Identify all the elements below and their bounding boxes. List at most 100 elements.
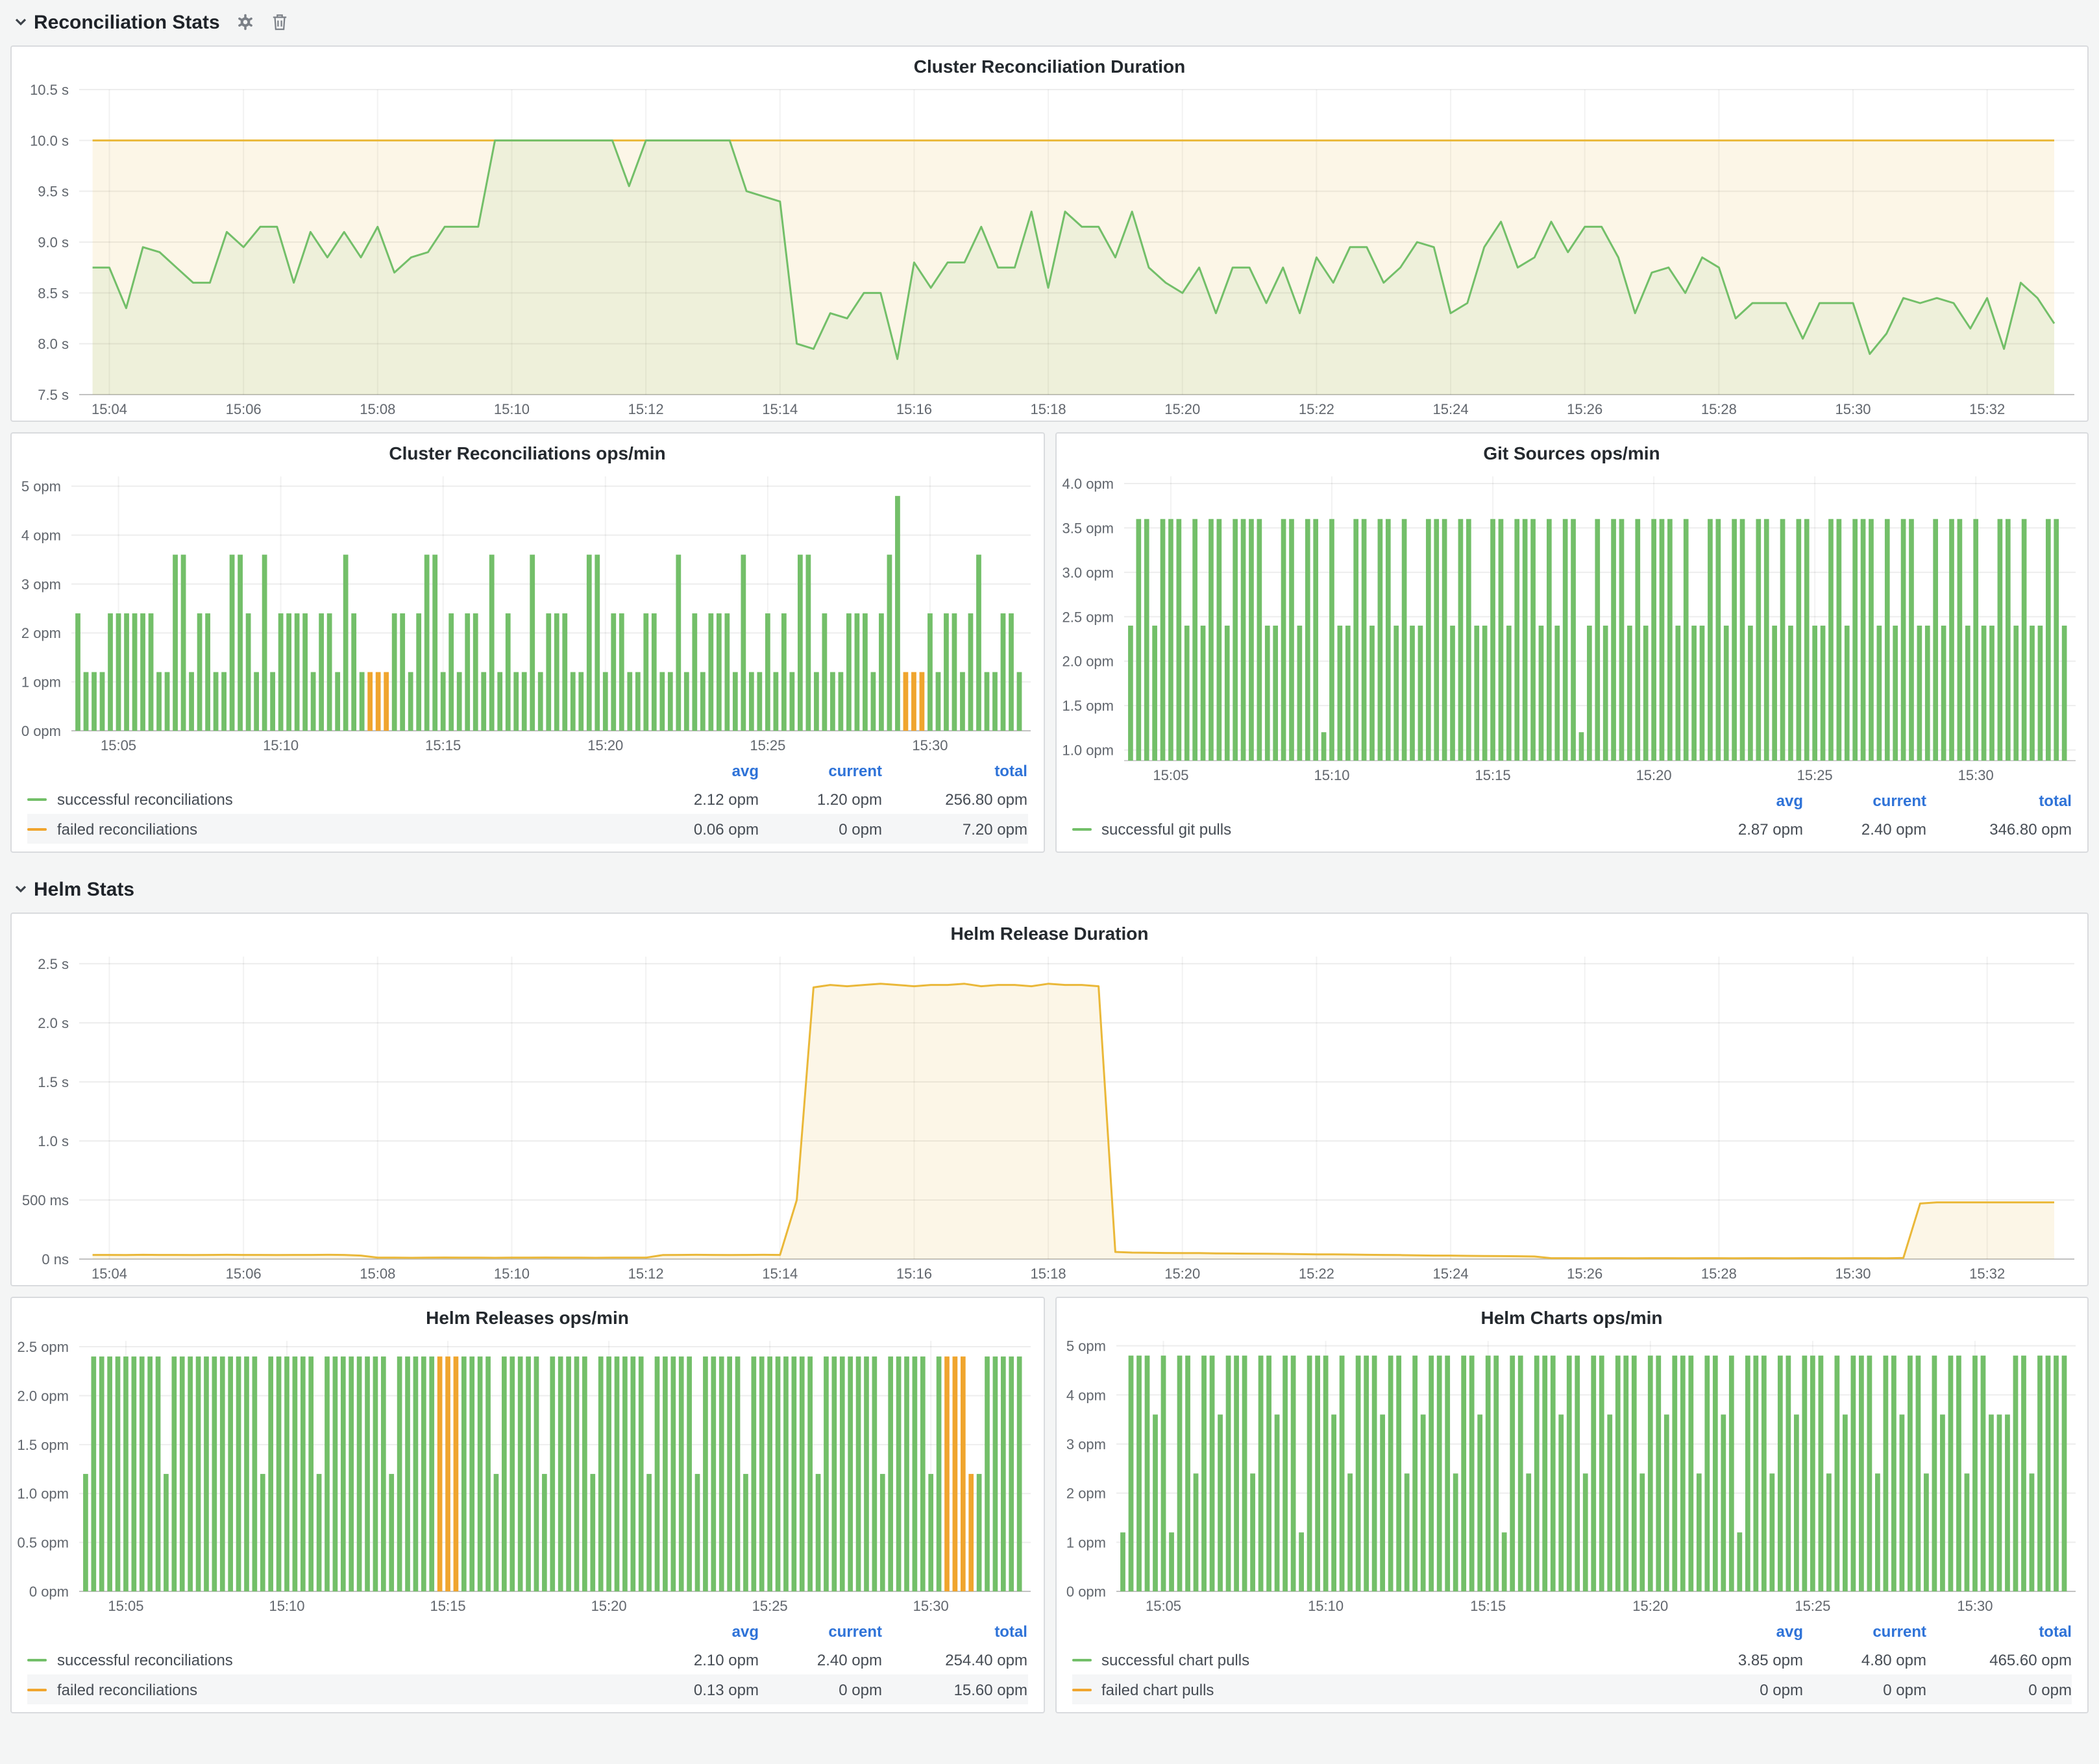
legend-series-name[interactable]: failed chart pulls — [1072, 1680, 1680, 1698]
legend-current-value: 0 opm — [759, 1680, 882, 1698]
legend-series-name[interactable]: failed reconciliations — [27, 820, 635, 838]
legend-current-value: 0 opm — [1803, 1680, 1926, 1698]
row-title-helm-stats[interactable]: Helm Stats — [34, 878, 134, 900]
svg-text:15:08: 15:08 — [360, 401, 395, 417]
svg-text:1 opm: 1 opm — [1066, 1534, 1105, 1550]
cluster-reconciliation-duration-chart[interactable]: 15:0415:0615:0815:1015:1215:1415:1615:18… — [12, 79, 2087, 421]
svg-text:8.0 s: 8.0 s — [38, 336, 69, 352]
svg-text:15:15: 15:15 — [425, 737, 461, 753]
legend-current-value: 2.40 opm — [759, 1650, 882, 1669]
svg-text:10.5 s: 10.5 s — [30, 82, 69, 98]
svg-text:1.5 opm: 1.5 opm — [1062, 698, 1114, 714]
row-title-reconciliation-stats[interactable]: Reconciliation Stats — [34, 11, 220, 33]
svg-text:3 opm: 3 opm — [1066, 1436, 1105, 1452]
svg-text:15:06: 15:06 — [226, 401, 262, 417]
legend-avg-value: 2.10 opm — [635, 1650, 759, 1669]
legend-helm-releases: avg current total successful reconciliat… — [12, 1617, 1043, 1712]
svg-text:2.0 opm: 2.0 opm — [18, 1388, 69, 1404]
legend-header-total[interactable]: total — [1926, 1623, 2072, 1641]
svg-text:15:30: 15:30 — [1956, 1598, 1992, 1614]
legend-header-current[interactable]: current — [1803, 1623, 1926, 1641]
legend-series-name[interactable]: failed reconciliations — [27, 1680, 635, 1698]
svg-text:15:18: 15:18 — [1031, 401, 1066, 417]
series-swatch — [1072, 1688, 1091, 1691]
svg-text:1.0 s: 1.0 s — [38, 1133, 69, 1149]
dashboard-row-header-helm-stats: Helm Stats — [10, 868, 2089, 907]
svg-text:10.0 s: 10.0 s — [30, 132, 69, 149]
svg-text:2.5 s: 2.5 s — [38, 956, 69, 972]
legend-avg-value: 0 opm — [1680, 1680, 1803, 1698]
panel-title-cluster-reconciliations-ops[interactable]: Cluster Reconciliations ops/min — [12, 434, 1043, 466]
legend-header-current[interactable]: current — [759, 762, 882, 780]
series-swatch — [1072, 827, 1091, 830]
helm-charts-ops-chart[interactable]: 15:0515:1015:1515:2015:2515:300 opm1 opm… — [1056, 1330, 2087, 1617]
svg-text:15:05: 15:05 — [101, 737, 136, 753]
row-delete-button[interactable] — [272, 13, 289, 31]
svg-text:0 opm: 0 opm — [1066, 1584, 1105, 1600]
trash-icon — [272, 13, 289, 31]
panel-helm-charts-ops: Helm Charts ops/min 15:0515:1015:1515:20… — [1055, 1297, 2089, 1713]
panel-cluster-reconciliations-ops: Cluster Reconciliations ops/min 15:0515:… — [10, 432, 1044, 853]
svg-text:15:10: 15:10 — [494, 401, 530, 417]
legend-row-failed-reconciliations: failed reconciliations 0.06 opm 0 opm 7.… — [27, 814, 1027, 844]
legend-series-name[interactable]: successful git pulls — [1072, 820, 1680, 838]
svg-text:15:20: 15:20 — [1164, 401, 1200, 417]
series-swatch — [27, 1658, 47, 1661]
panel-title-cluster-reconciliation-duration[interactable]: Cluster Reconciliation Duration — [12, 47, 2087, 79]
svg-text:15:26: 15:26 — [1567, 1266, 1602, 1282]
svg-text:15:16: 15:16 — [896, 401, 932, 417]
cluster-reconciliations-ops-chart[interactable]: 15:0515:1015:1515:2015:2515:300 opm1 opm… — [12, 466, 1043, 757]
legend-header-current[interactable]: current — [1803, 792, 1926, 810]
svg-text:15:08: 15:08 — [360, 1266, 395, 1282]
svg-text:2.0 s: 2.0 s — [38, 1015, 69, 1031]
legend-current-value: 2.40 opm — [1803, 820, 1926, 838]
svg-text:2.5 opm: 2.5 opm — [18, 1339, 69, 1355]
legend-series-name[interactable]: successful chart pulls — [1072, 1650, 1680, 1669]
legend-total-value: 256.80 opm — [882, 790, 1027, 808]
svg-text:15:32: 15:32 — [1969, 401, 2005, 417]
svg-text:15:28: 15:28 — [1701, 401, 1737, 417]
svg-text:500 ms: 500 ms — [22, 1192, 69, 1208]
svg-text:15:20: 15:20 — [1164, 1266, 1200, 1282]
legend-series-name[interactable]: successful reconciliations — [27, 1650, 635, 1669]
legend-total-value: 0 opm — [1926, 1680, 2072, 1698]
legend-header-current[interactable]: current — [759, 1623, 882, 1641]
legend-header-avg[interactable]: avg — [635, 762, 759, 780]
helm-releases-ops-chart[interactable]: 15:0515:1015:1515:2015:2515:300 opm0.5 o… — [12, 1330, 1043, 1617]
panel-title-git-sources-ops[interactable]: Git Sources ops/min — [1056, 434, 2087, 466]
git-sources-ops-chart[interactable]: 15:0515:1015:1515:2015:2515:301.0 opm1.5… — [1056, 466, 2087, 787]
panel-title-helm-release-duration[interactable]: Helm Release Duration — [12, 914, 2087, 946]
row-settings-button[interactable] — [237, 13, 255, 31]
legend-current-value: 0 opm — [759, 820, 882, 838]
legend-row-successful-chart-pulls: successful chart pulls 3.85 opm 4.80 opm… — [1072, 1645, 2072, 1674]
legend-avg-value: 2.87 opm — [1680, 820, 1803, 838]
chevron-down-icon[interactable] — [13, 881, 29, 897]
helm-release-duration-chart[interactable]: 15:0415:0615:0815:1015:1215:1415:1615:18… — [12, 946, 2087, 1285]
svg-text:15:10: 15:10 — [269, 1598, 304, 1614]
svg-text:1.5 opm: 1.5 opm — [18, 1437, 69, 1453]
legend-avg-value: 2.12 opm — [635, 790, 759, 808]
panel-cluster-reconciliation-duration: Cluster Reconciliation Duration 15:0415:… — [10, 45, 2089, 422]
legend-current-value: 4.80 opm — [1803, 1650, 1926, 1669]
svg-text:15:25: 15:25 — [750, 737, 785, 753]
panel-title-helm-charts-ops[interactable]: Helm Charts ops/min — [1056, 1298, 2087, 1330]
legend-header-total[interactable]: total — [882, 762, 1027, 780]
chevron-down-icon[interactable] — [13, 14, 29, 30]
legend-series-name[interactable]: successful reconciliations — [27, 790, 635, 808]
legend-header-total[interactable]: total — [882, 1623, 1027, 1641]
svg-text:15:14: 15:14 — [762, 1266, 798, 1282]
legend-header-avg[interactable]: avg — [635, 1623, 759, 1641]
svg-text:15:15: 15:15 — [1469, 1598, 1505, 1614]
svg-text:1 opm: 1 opm — [21, 674, 61, 691]
series-swatch — [27, 1688, 47, 1691]
svg-text:15:25: 15:25 — [752, 1598, 788, 1614]
legend-header-avg[interactable]: avg — [1680, 1623, 1803, 1641]
svg-text:15:05: 15:05 — [108, 1598, 143, 1614]
panel-title-helm-releases-ops[interactable]: Helm Releases ops/min — [12, 1298, 1043, 1330]
legend-total-value: 346.80 opm — [1926, 820, 2072, 838]
legend-header-avg[interactable]: avg — [1680, 792, 1803, 810]
legend-row-successful-reconciliations: successful reconciliations 2.12 opm 1.20… — [27, 784, 1027, 814]
svg-text:5 opm: 5 opm — [1066, 1338, 1105, 1354]
svg-text:2 opm: 2 opm — [1066, 1486, 1105, 1502]
legend-header-total[interactable]: total — [1926, 792, 2072, 810]
